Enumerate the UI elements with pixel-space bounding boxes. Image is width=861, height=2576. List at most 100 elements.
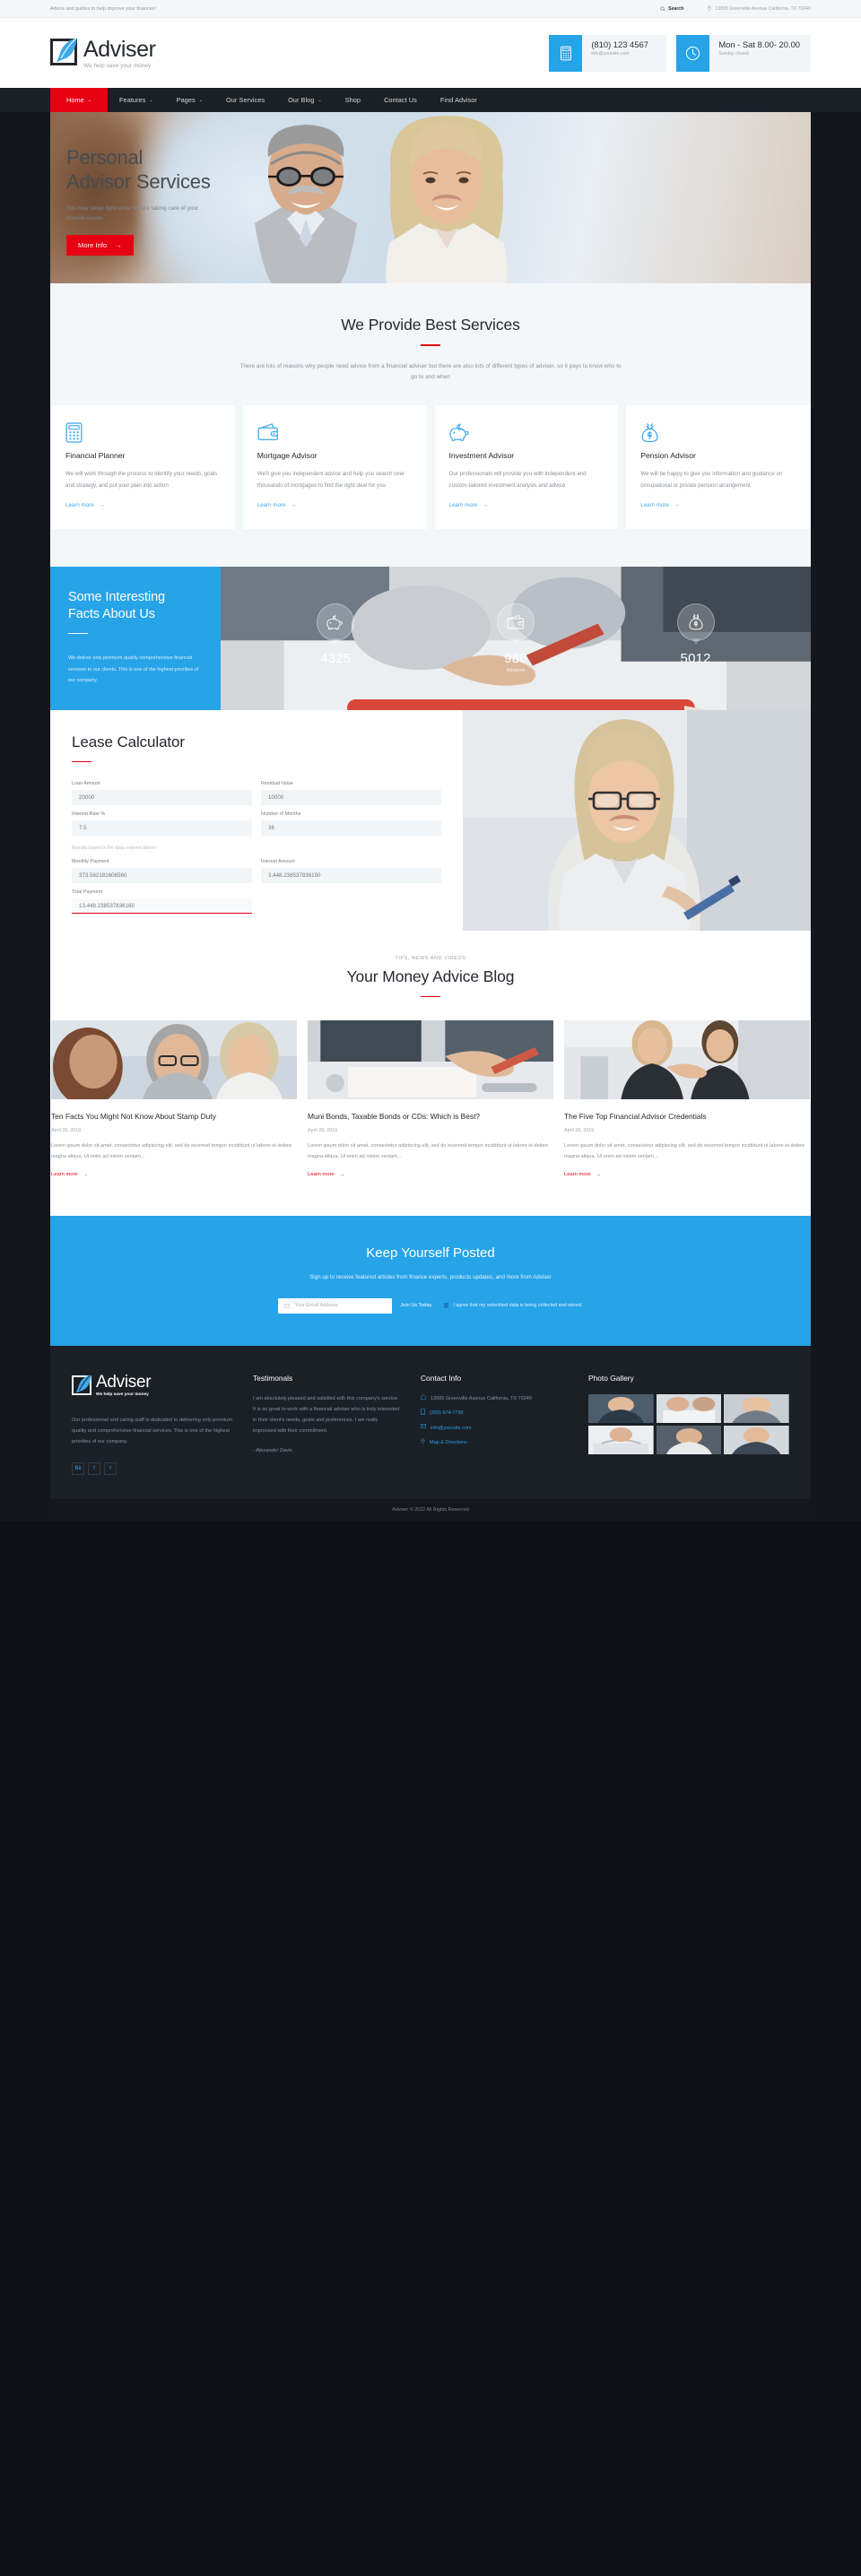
newsletter-form: Your Email Address Join Us Today (278, 1297, 440, 1314)
footer-testimonials-column: Testimonals I am absolutely pleased and … (253, 1374, 401, 1475)
stat-happy-clients: 5012 Happy Clients (653, 603, 739, 673)
section-divider (68, 632, 88, 635)
checkbox-icon[interactable] (443, 1303, 449, 1308)
service-card-financial-planner[interactable]: Financial Planner We will work through t… (51, 404, 235, 529)
stat-value: 986 (504, 650, 527, 666)
email-address: info@yoursite.com (591, 51, 630, 57)
blog-post-excerpt: Lorem ipsum dolor sit amet, consectetur … (308, 1143, 549, 1160)
interest-rate-input[interactable] (72, 820, 252, 837)
facts-stats-panel: 4325 Successful Deals 986 Advisors 5012 … (221, 566, 811, 710)
gallery-thumbnail[interactable] (656, 1425, 722, 1454)
phone-info-box[interactable]: (810) 123 4567 info@yoursite.com (549, 34, 667, 72)
footer-contact-heading: Contact Info (421, 1373, 462, 1383)
gallery-thumbnail[interactable] (724, 1425, 789, 1454)
nav-item-find-advisor[interactable]: Find Advisor (429, 88, 489, 112)
blog-learn-more-link[interactable]: Learn more → (308, 1172, 344, 1177)
arrow-right-icon: → (674, 501, 681, 508)
service-card-title: Financial Planner (65, 450, 126, 460)
hero-more-info-button[interactable]: More Info → (66, 235, 134, 256)
newsletter-submit-button[interactable]: Join Us Today (392, 1297, 440, 1314)
loan-amount-input[interactable] (72, 790, 252, 806)
behance-icon[interactable]: Bē (72, 1461, 84, 1475)
services-lead-text: There are lots of reasons why people nee… (239, 362, 622, 381)
copyright-text: Adviser © 2022 All Rights Reserved (392, 1506, 469, 1513)
blog-post-muni-bonds[interactable]: Muni Bonds, Taxable Bonds or CDs: Which … (308, 1020, 553, 1180)
services-section: We Provide Best Services There are lots … (50, 283, 811, 567)
gallery-thumbnail[interactable] (588, 1393, 654, 1423)
footer-contact-phone[interactable]: (300) 674-7799 (421, 1409, 569, 1418)
nav-label: Our Services (226, 96, 265, 104)
address-block: 13005 Greenville Avenue California, TX 7… (707, 5, 811, 12)
calculator-form: Lease Calculator Loan Amount Residual Va… (50, 710, 463, 931)
footer-testimonial-author: - Alexander Davis (253, 1448, 292, 1453)
section-divider (421, 344, 440, 346)
nav-label: Find Advisor (439, 96, 477, 104)
twitter-icon[interactable]: ᴛ (104, 1461, 117, 1475)
field-total-payment: Total Payment (72, 889, 252, 915)
footer-brand-tagline: We help save your money (96, 1392, 149, 1397)
logo-mark-icon (72, 1374, 92, 1395)
facts-title-line1: Some Interesting (68, 589, 166, 604)
service-card-investment-advisor[interactable]: Investment Advisor Our professionals wil… (434, 404, 619, 529)
chevron-down-icon: ⌄ (198, 97, 204, 103)
top-bar: Advice and guides to help improve your f… (0, 0, 861, 18)
learn-more-label: Learn more (564, 1171, 591, 1177)
search-button[interactable]: Search (660, 6, 683, 12)
blog-post-title: Muni Bonds, Taxable Bonds or CDs: Which … (308, 1112, 481, 1122)
residual-value-input[interactable] (261, 790, 441, 806)
learn-more-label: Learn more (65, 501, 94, 508)
brand-tagline: We help save your money (83, 62, 152, 69)
gallery-thumbnail[interactable] (656, 1393, 722, 1423)
search-icon (660, 5, 665, 12)
blog-post-stamp-duty[interactable]: Ten Facts You Might Not Know About Stamp… (51, 1020, 297, 1180)
wallet-icon (257, 422, 413, 443)
service-learn-more-link[interactable]: Learn more → (449, 502, 489, 508)
nav-item-our-services[interactable]: Our Services (214, 88, 276, 112)
blog-post-grid: Ten Facts You Might Not Know About Stamp… (50, 1020, 811, 1180)
newsletter-consent[interactable]: I agree that my submitted data is being … (443, 1303, 583, 1308)
nav-item-contact-us[interactable]: Contact Us (372, 88, 429, 112)
nav-item-home[interactable]: Home ⌄ (50, 88, 109, 112)
blog-post-image (51, 1020, 297, 1100)
newsletter-email-field[interactable]: Your Email Address (278, 1298, 392, 1314)
nav-item-pages[interactable]: Pages ⌄ (165, 88, 214, 112)
footer-contact-text: Map & Directions (430, 1440, 467, 1446)
piggy-bank-icon (448, 422, 604, 443)
hours-info-box[interactable]: Mon - Sat 8.00- 20.00 Sunday closed (676, 34, 811, 72)
facebook-icon[interactable]: f (88, 1461, 100, 1475)
hero-title-line2: Advisor Services (66, 169, 211, 193)
field-label: Residual Value (261, 781, 293, 787)
nav-item-shop[interactable]: Shop (334, 88, 372, 112)
footer-contact-text: (300) 674-7799 (430, 1410, 464, 1417)
footer-contact-email[interactable]: info@yoursite.com (421, 1424, 569, 1433)
arrow-right-icon: → (99, 501, 105, 508)
service-learn-more-link[interactable]: Learn more → (257, 502, 297, 508)
footer-about-text: Our professional and caring staff is ded… (72, 1417, 232, 1444)
feather-icon (75, 1374, 92, 1393)
footer-contact-map[interactable]: Map & Directions (421, 1438, 569, 1447)
footer-logo[interactable]: Adviser We help save your money (72, 1373, 233, 1397)
service-card-mortgage-advisor[interactable]: Mortgage Advisor We'll give you independ… (242, 404, 427, 529)
blog-learn-more-link[interactable]: Learn more → (51, 1172, 88, 1177)
gallery-thumbnail[interactable] (588, 1425, 654, 1454)
service-learn-more-link[interactable]: Learn more → (640, 502, 680, 508)
services-title: We Provide Best Services (341, 316, 520, 334)
blog-post-image (564, 1020, 810, 1100)
service-learn-more-link[interactable]: Learn more → (65, 502, 105, 508)
field-loan-amount: Loan Amount (72, 781, 252, 806)
nav-item-our-blog[interactable]: Our Blog ⌄ (276, 88, 334, 112)
gallery-thumbnail[interactable] (724, 1393, 789, 1423)
blog-post-excerpt: Lorem ipsum dolor sit amet, consectetur … (51, 1143, 292, 1160)
nav-item-features[interactable]: Features ⌄ (108, 88, 165, 112)
blog-learn-more-link[interactable]: Learn more → (564, 1172, 601, 1177)
number-of-months-input[interactable] (261, 820, 441, 837)
field-label: Total Payment (72, 889, 103, 896)
service-card-pension-advisor[interactable]: Pension Advisor We will be happy to give… (626, 404, 810, 529)
hero-person-woman (386, 116, 508, 283)
blog-kicker: TIPS, NEWS AND VIDEOS (395, 955, 466, 961)
logo[interactable]: Adviser We help save your money (50, 37, 156, 69)
wallet-icon (496, 603, 535, 645)
blog-post-advisor-credentials[interactable]: The Five Top Financial Advisor Credentia… (564, 1020, 810, 1180)
learn-more-label: Learn more (448, 501, 478, 508)
service-card-text: We'll give you independent advice and he… (257, 470, 405, 489)
